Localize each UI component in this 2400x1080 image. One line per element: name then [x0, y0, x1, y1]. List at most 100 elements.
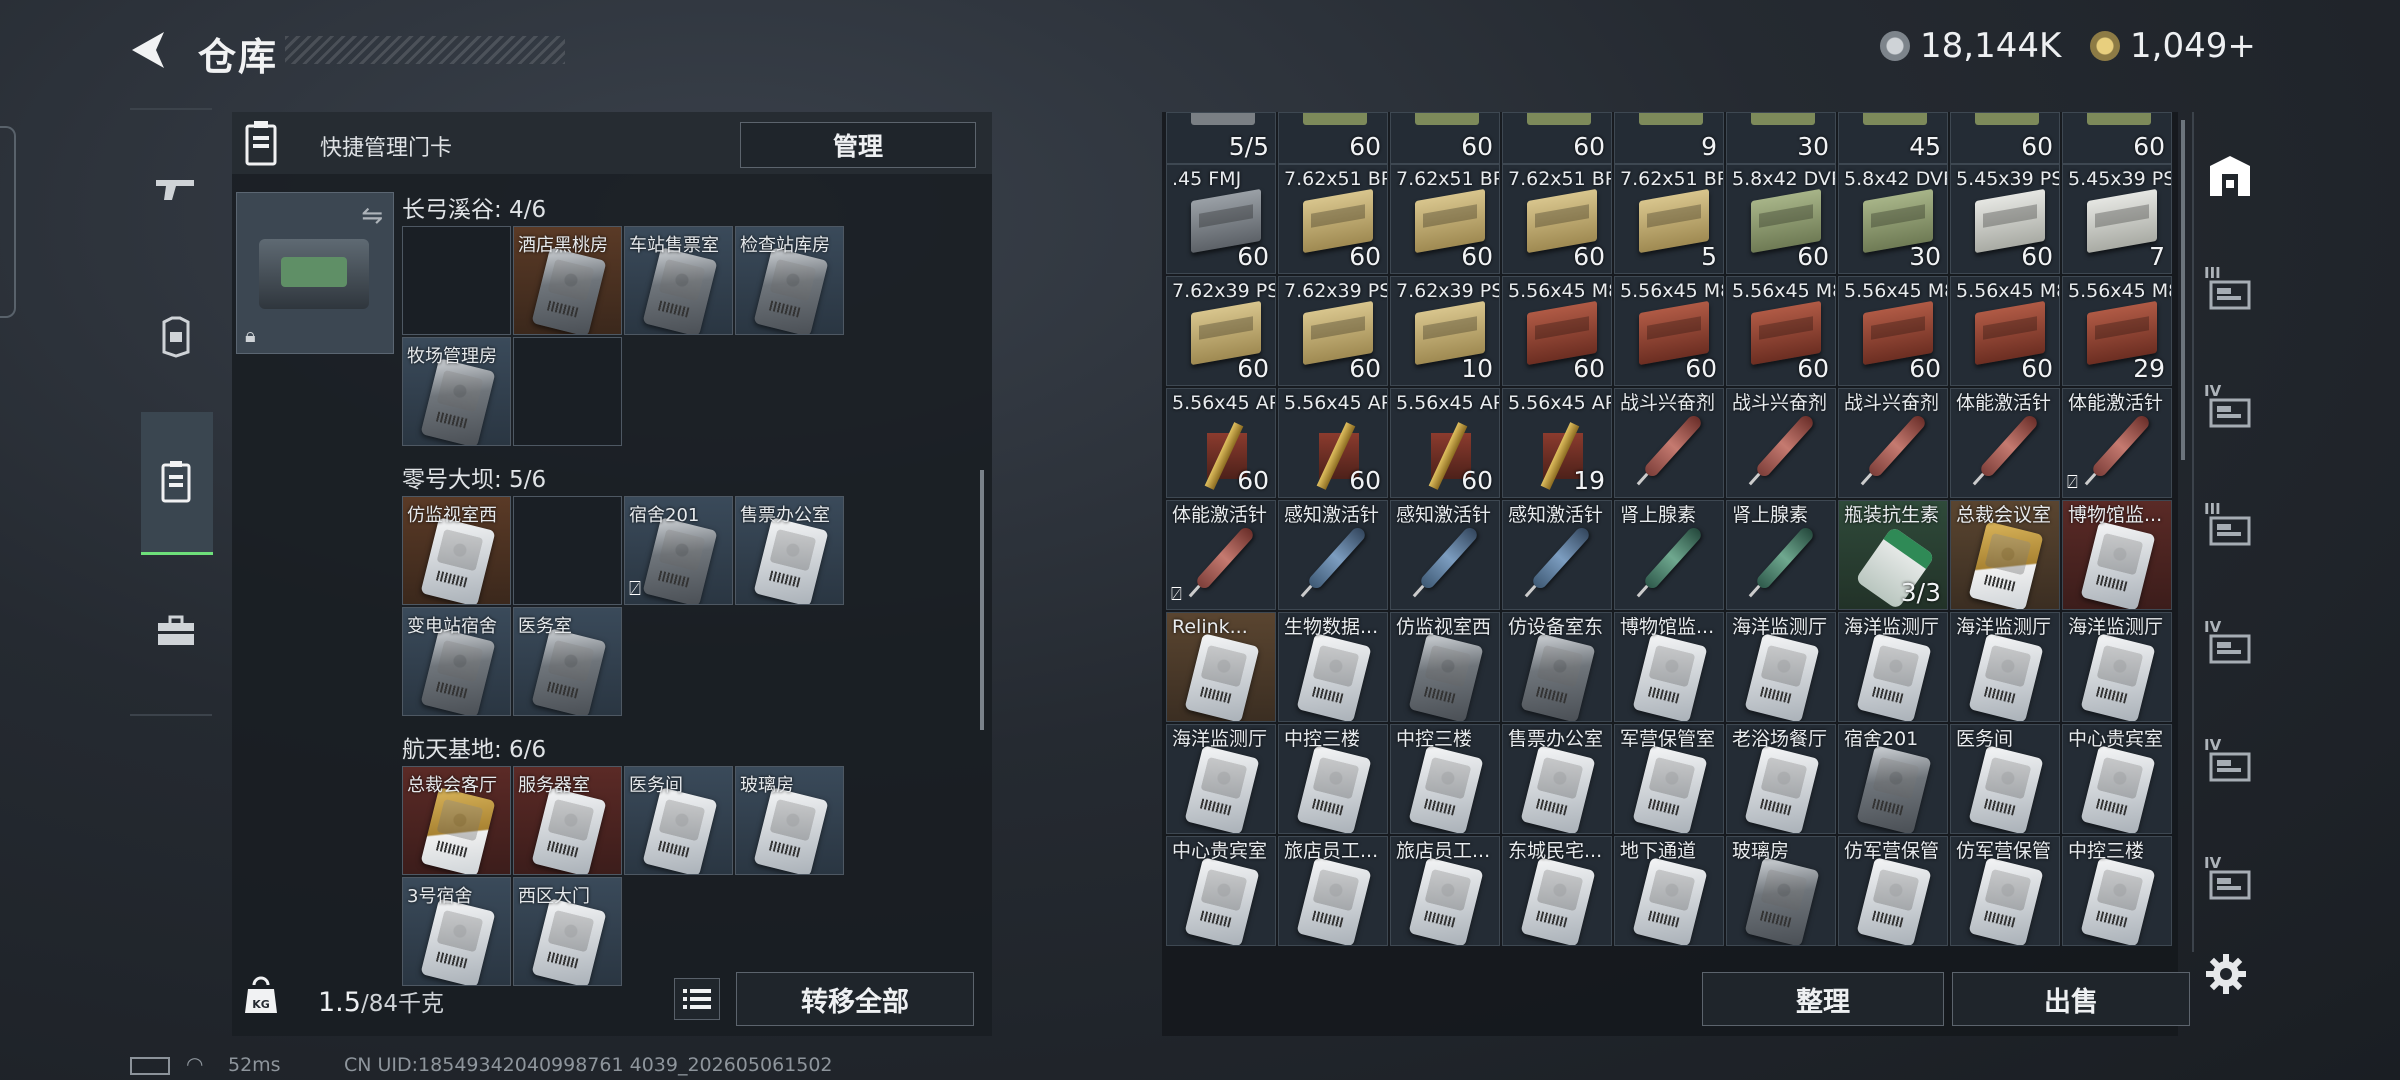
inventory-item[interactable]: 7.62x51 BPZ 5: [1614, 164, 1724, 274]
inventory-item[interactable]: 7.62x39 PS 60: [1278, 276, 1388, 386]
inventory-item[interactable]: 战斗兴奋剂: [1838, 388, 1948, 498]
inventory-item[interactable]: 感知激活针: [1390, 500, 1500, 610]
inventory-item[interactable]: 60: [2062, 112, 2172, 164]
inventory-item[interactable]: 7.62x51 BPZ 60: [1502, 164, 1612, 274]
settings-button[interactable]: [2204, 952, 2252, 1000]
inventory-item[interactable]: 5.56x45 M855 29: [2062, 276, 2172, 386]
transfer-all-button[interactable]: 转移全部: [736, 972, 974, 1026]
inventory-item[interactable]: 肾上腺素: [1614, 500, 1724, 610]
nav-equipment[interactable]: [147, 308, 205, 366]
inventory-item[interactable]: 5.56x45 APC 60: [1166, 388, 1276, 498]
inventory-item[interactable]: 5.56x45 M855 60: [1614, 276, 1724, 386]
keycard-slot[interactable]: 牧场管理房: [402, 337, 511, 446]
inventory-item[interactable]: 售票办公室: [1502, 724, 1612, 834]
inventory-item[interactable]: 体能激活针 ⍁: [2062, 388, 2172, 498]
inventory-item[interactable]: 总裁会议室: [1950, 500, 2060, 610]
keycard-slot[interactable]: [513, 496, 622, 605]
storage-tab[interactable]: IV: [2198, 382, 2262, 444]
storage-tab[interactable]: III: [2198, 500, 2262, 562]
storage-tab[interactable]: IV: [2198, 854, 2262, 916]
inventory-item[interactable]: 60: [1502, 112, 1612, 164]
keycard-slot[interactable]: 变电站宿舍: [402, 607, 511, 716]
keycard-slot[interactable]: 售票办公室: [735, 496, 844, 605]
inventory-item[interactable]: 7.62x39 PS 60: [1166, 276, 1276, 386]
keycard-slot[interactable]: 车站售票室: [624, 226, 733, 335]
storage-tab[interactable]: IV: [2198, 618, 2262, 680]
warehouse-scrollbar[interactable]: [2181, 120, 2185, 460]
keycard-slot[interactable]: [513, 337, 622, 446]
keycard-slot[interactable]: 酒店黑桃房: [513, 226, 622, 335]
inventory-item[interactable]: 感知激活针: [1278, 500, 1388, 610]
inventory-item[interactable]: 宿舍201: [1838, 724, 1948, 834]
inventory-item[interactable]: 60: [1950, 112, 2060, 164]
keycard-slot[interactable]: 总裁会客厅: [402, 766, 511, 875]
inventory-item[interactable]: 战斗兴奋剂: [1614, 388, 1724, 498]
ticket-balance[interactable]: 1,049+: [2090, 26, 2256, 66]
keycard-slot[interactable]: 宿舍201 ⍁: [624, 496, 733, 605]
inventory-item[interactable]: 海洋监测厅: [2062, 612, 2172, 722]
inventory-item[interactable]: Relink...: [1166, 612, 1276, 722]
storage-tab[interactable]: [2198, 148, 2262, 208]
inventory-item[interactable]: 5.8x42 DVP88 60: [1726, 164, 1836, 274]
inventory-item[interactable]: 玻璃房: [1726, 836, 1836, 946]
inventory-item[interactable]: 医务间: [1950, 724, 2060, 834]
keycard-slot[interactable]: 医务室: [513, 607, 622, 716]
inventory-item[interactable]: 仿军营保管: [1838, 836, 1948, 946]
inventory-item[interactable]: 海洋监测厅: [1950, 612, 2060, 722]
inventory-item[interactable]: 瓶装抗生素 3/3: [1838, 500, 1948, 610]
keycard-slot[interactable]: [402, 226, 511, 335]
inventory-item[interactable]: 9: [1614, 112, 1724, 164]
inventory-item[interactable]: 博物馆监...: [1614, 612, 1724, 722]
keycard-slot[interactable]: 西区大门: [513, 877, 622, 986]
inventory-item[interactable]: 海洋监测厅: [1726, 612, 1836, 722]
keycard-slot[interactable]: 仿监视室西: [402, 496, 511, 605]
inventory-item[interactable]: 5.8x42 DVP88 30: [1838, 164, 1948, 274]
nav-weapons[interactable]: [147, 160, 205, 218]
inventory-item[interactable]: 旅店员工...: [1390, 836, 1500, 946]
inventory-item[interactable]: 7.62x51 BPZ 60: [1390, 164, 1500, 274]
inventory-item[interactable]: 45: [1838, 112, 1948, 164]
nav-toolbox[interactable]: [147, 602, 205, 660]
inventory-item[interactable]: 60: [1278, 112, 1388, 164]
keycard-slot[interactable]: 玻璃房: [735, 766, 844, 875]
inventory-item[interactable]: 东城民宅...: [1502, 836, 1612, 946]
inventory-item[interactable]: 海洋监测厅: [1166, 724, 1276, 834]
inventory-item[interactable]: 5.56x45 APC 60: [1390, 388, 1500, 498]
inventory-item[interactable]: 体能激活针 ⍁: [1166, 500, 1276, 610]
list-view-button[interactable]: [674, 978, 720, 1020]
keycard-slot[interactable]: 3号宿舍: [402, 877, 511, 986]
back-button[interactable]: [128, 28, 178, 72]
sort-button[interactable]: 整理: [1702, 972, 1944, 1026]
storage-tab[interactable]: IV: [2198, 736, 2262, 798]
inventory-item[interactable]: 中心贵宾室: [1166, 836, 1276, 946]
inventory-item[interactable]: 5.56x45 M855 60: [1950, 276, 2060, 386]
inventory-item[interactable]: 中控三楼: [1278, 724, 1388, 834]
inventory-item[interactable]: 5.56x45 M855 60: [1726, 276, 1836, 386]
inventory-item[interactable]: 中心贵宾室: [2062, 724, 2172, 834]
inventory-item[interactable]: 仿军营保管: [1950, 836, 2060, 946]
inventory-item[interactable]: 中控三楼: [2062, 836, 2172, 946]
inventory-item[interactable]: 老浴场餐厅: [1726, 724, 1836, 834]
inventory-item[interactable]: 5.45x39 PS 7: [2062, 164, 2172, 274]
keycard-panel-scrollbar[interactable]: [980, 470, 984, 730]
swap-icon[interactable]: ⇋: [361, 201, 383, 231]
inventory-item[interactable]: 旅店员工...: [1278, 836, 1388, 946]
inventory-item[interactable]: 5.56x45 M855 60: [1838, 276, 1948, 386]
sell-button[interactable]: 出售: [1952, 972, 2190, 1026]
inventory-item[interactable]: 战斗兴奋剂: [1726, 388, 1836, 498]
inventory-item[interactable]: 7.62x39 PS 10: [1390, 276, 1500, 386]
storage-tab[interactable]: III: [2198, 264, 2262, 326]
inventory-item[interactable]: 海洋监测厅: [1838, 612, 1948, 722]
inventory-item[interactable]: 5.56x45 M855 60: [1502, 276, 1612, 386]
side-drawer-handle[interactable]: [0, 126, 16, 318]
inventory-item[interactable]: 仿监视室西: [1390, 612, 1500, 722]
coin-balance[interactable]: 18,144K: [1880, 26, 2061, 66]
nav-keycards[interactable]: [147, 452, 205, 510]
inventory-item[interactable]: 5.56x45 APC 60: [1278, 388, 1388, 498]
inventory-item[interactable]: 5/5: [1166, 112, 1276, 164]
inventory-item[interactable]: 7.62x51 BPZ 60: [1278, 164, 1388, 274]
inventory-item[interactable]: 生物数据...: [1278, 612, 1388, 722]
manage-button[interactable]: 管理: [740, 122, 976, 168]
inventory-item[interactable]: 军营保管室: [1614, 724, 1724, 834]
inventory-item[interactable]: 感知激活针: [1502, 500, 1612, 610]
